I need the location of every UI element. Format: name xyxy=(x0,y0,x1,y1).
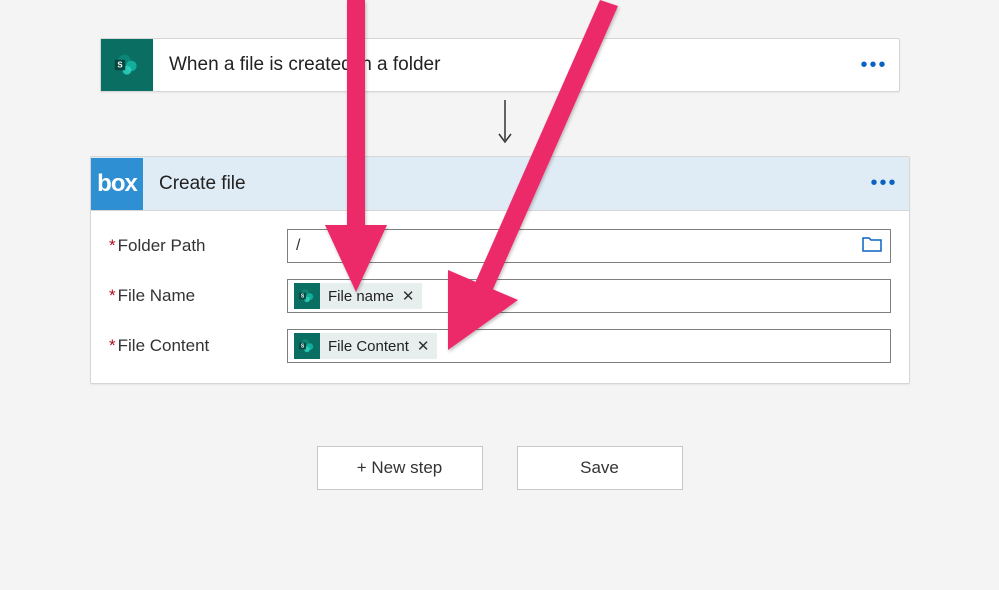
file-name-input[interactable]: S File name ✕ xyxy=(287,279,891,313)
file-content-input[interactable]: S File Content ✕ xyxy=(287,329,891,363)
action-header[interactable]: box Create file ••• xyxy=(91,157,909,211)
sharepoint-icon: S xyxy=(294,333,320,359)
folder-path-value: / xyxy=(294,237,860,255)
field-row-folder-path: *Folder Path / xyxy=(109,229,891,263)
field-label-file-content: *File Content xyxy=(109,336,287,356)
token-remove-icon[interactable]: ✕ xyxy=(415,337,432,355)
field-row-file-content: *File Content S File Content ✕ xyxy=(109,329,891,363)
svg-text:S: S xyxy=(117,61,122,70)
trigger-card[interactable]: S When a file is created in a folder ••• xyxy=(100,38,900,92)
token-label: File name xyxy=(328,288,394,305)
field-label-file-name: *File Name xyxy=(109,286,287,306)
trigger-menu-button[interactable]: ••• xyxy=(859,54,899,77)
required-star-icon: * xyxy=(109,336,116,355)
save-button[interactable]: Save xyxy=(517,446,683,490)
folder-picker-icon[interactable] xyxy=(860,236,884,257)
field-label-folder-path: *Folder Path xyxy=(109,236,287,256)
new-step-button[interactable]: + New step xyxy=(317,446,483,490)
flow-connector-arrow-icon xyxy=(495,96,515,152)
required-star-icon: * xyxy=(109,236,116,255)
token-file-content[interactable]: S File Content ✕ xyxy=(294,333,437,359)
box-icon: box xyxy=(91,158,143,210)
action-title: Create file xyxy=(143,173,869,195)
action-body: *Folder Path / *File Name xyxy=(91,211,909,383)
field-row-file-name: *File Name S File name ✕ xyxy=(109,279,891,313)
footer-buttons: + New step Save xyxy=(0,446,999,490)
token-file-name[interactable]: S File name ✕ xyxy=(294,283,422,309)
token-label: File Content xyxy=(328,338,409,355)
folder-path-input[interactable]: / xyxy=(287,229,891,263)
token-remove-icon[interactable]: ✕ xyxy=(400,287,417,305)
trigger-title: When a file is created in a folder xyxy=(153,54,859,76)
action-menu-button[interactable]: ••• xyxy=(869,172,909,195)
action-card: box Create file ••• *Folder Path / *File… xyxy=(90,156,910,384)
required-star-icon: * xyxy=(109,286,116,305)
sharepoint-icon: S xyxy=(101,39,153,91)
sharepoint-icon: S xyxy=(294,283,320,309)
